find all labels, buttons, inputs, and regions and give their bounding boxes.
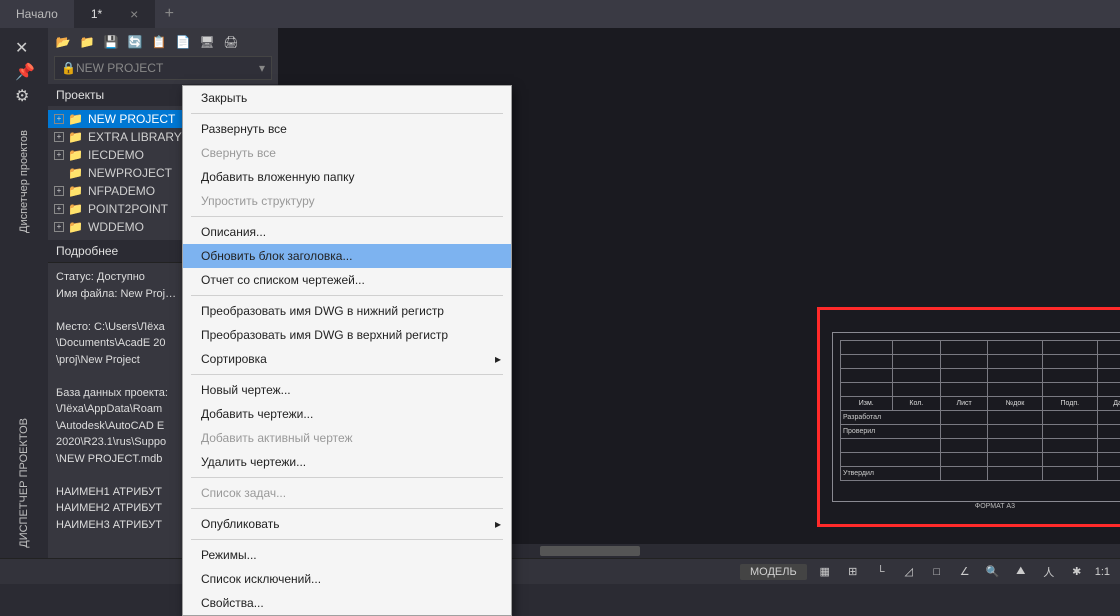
status-bar: МОДЕЛЬ ▦ ⊞ └ ◿ □ ∠ 🔍 ⛰ 人 ✱ 1:1: [0, 558, 1120, 584]
panel-toolbar: 📂 📁 💾 🔄 📋 📄 🖥 🖨: [48, 28, 278, 56]
list-icon[interactable]: 📋: [150, 33, 168, 51]
person-icon[interactable]: ⛰: [1011, 562, 1031, 582]
grid-icon[interactable]: ▦: [815, 562, 835, 582]
ctx-sort[interactable]: Сортировка▸: [183, 347, 511, 371]
angle-icon[interactable]: ∠: [955, 562, 975, 582]
close-icon[interactable]: ×: [130, 6, 138, 22]
save-icon[interactable]: 💾: [102, 33, 120, 51]
ctx-exceptions[interactable]: Список исключений...: [183, 567, 511, 591]
tab-drawing-1[interactable]: 1* ×: [75, 0, 156, 28]
ctx-uppercase-dwg[interactable]: Преобразовать имя DWG в верхний регистр: [183, 323, 511, 347]
monitor-icon[interactable]: 🖥: [198, 33, 216, 51]
print-icon[interactable]: 🖨: [222, 33, 240, 51]
sidebar-title-dispatcher: Диспетчер проектов: [18, 130, 30, 233]
ctx-descriptions[interactable]: Описания...: [183, 220, 511, 244]
ucs-icon[interactable]: 人: [1039, 562, 1059, 582]
left-tool-column: ✕ 📌 ⚙ Диспетчер проектов ДИСПЕТЧЕР ПРОЕК…: [0, 28, 48, 558]
chevron-right-icon: ▸: [495, 352, 501, 366]
ctx-task-list: Список задач...: [183, 481, 511, 505]
ctx-lowercase-dwg[interactable]: Преобразовать имя DWG в нижний регистр: [183, 299, 511, 323]
ctx-close[interactable]: Закрыть: [183, 86, 511, 110]
folder-new-icon[interactable]: 📁: [78, 33, 96, 51]
snap-icon[interactable]: ⊞: [843, 562, 863, 582]
ctx-drawing-list-report[interactable]: Отчет со списком чертежей...: [183, 268, 511, 292]
ctx-modes[interactable]: Режимы...: [183, 543, 511, 567]
scrollbar-thumb[interactable]: [540, 546, 640, 556]
ctx-properties[interactable]: Свойства...: [183, 591, 511, 615]
close-panel-icon[interactable]: ✕: [15, 38, 33, 56]
ctx-expand-all[interactable]: Развернуть все: [183, 117, 511, 141]
document-tabs: Начало 1* × +: [0, 0, 1120, 28]
ctx-collapse-all: Свернуть все: [183, 141, 511, 165]
sidebar-title-projects: ДИСПЕТЧЕР ПРОЕКТОВ: [18, 418, 30, 548]
dwg-icon[interactable]: 📄: [174, 33, 192, 51]
ctx-add-active: Добавить активный чертеж: [183, 426, 511, 450]
tab-home[interactable]: Начало: [0, 0, 75, 28]
format-label: ФОРМАТ A3: [975, 503, 1015, 510]
ortho-icon[interactable]: └: [871, 562, 891, 582]
ctx-update-titleblock[interactable]: Обновить блок заголовка...: [183, 244, 511, 268]
pin-icon[interactable]: 📌: [15, 62, 33, 80]
folder-open-icon[interactable]: 📂: [54, 33, 72, 51]
polar-icon[interactable]: ◿: [899, 562, 919, 582]
ctx-delete-drawings[interactable]: Удалить чертежи...: [183, 450, 511, 474]
scale-readout[interactable]: 1:1: [1095, 566, 1110, 578]
ctx-new-drawing[interactable]: Новый чертеж...: [183, 378, 511, 402]
add-tab-button[interactable]: +: [155, 0, 183, 28]
refresh-icon[interactable]: 🔄: [126, 33, 144, 51]
chevron-right-icon: ▸: [495, 517, 501, 531]
ctx-publish[interactable]: Опубликовать▸: [183, 512, 511, 536]
ctx-add-subfolder[interactable]: Добавить вложенную папку: [183, 165, 511, 189]
gear-icon[interactable]: ⚙: [15, 86, 33, 104]
titleblock-table: 53 Изм.Кол.Лист№докПодп.Дата Разработал …: [840, 340, 1120, 481]
asterisk-icon[interactable]: ✱: [1067, 562, 1087, 582]
model-space-button[interactable]: МОДЕЛЬ: [740, 564, 807, 580]
context-menu: Закрыть Развернуть все Свернуть все Доба…: [182, 85, 512, 616]
osnap-icon[interactable]: □: [927, 562, 947, 582]
ctx-flatten: Упростить структуру: [183, 189, 511, 213]
ctx-add-drawings[interactable]: Добавить чертежи...: [183, 402, 511, 426]
scale-icon[interactable]: 🔍: [983, 562, 1003, 582]
project-selector[interactable]: 🔒 NEW PROJECT: [54, 56, 272, 80]
